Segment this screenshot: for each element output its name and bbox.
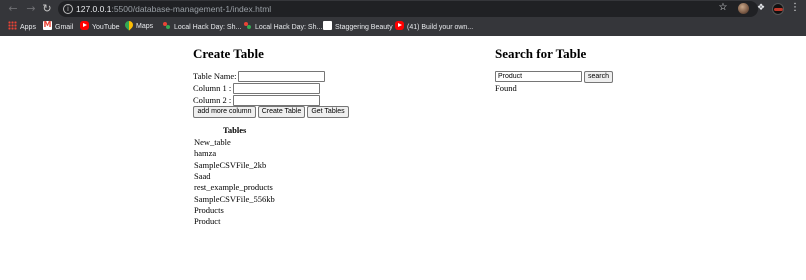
bookmark-local-hack-day-1[interactable]: Local Hack Day: Sh...	[162, 21, 241, 33]
bookmark-label: Local Hack Day: Sh...	[174, 24, 242, 31]
bookmark-label: (41) Build your own...	[407, 24, 474, 31]
apps-grid-icon	[8, 21, 17, 30]
bookmark-maps[interactable]: Maps	[123, 19, 154, 33]
browser-chrome: ← → ↻ i 127.0.0.1:5500/database-manageme…	[0, 0, 806, 36]
back-arrow-icon[interactable]: ←	[6, 2, 20, 16]
table-row: Products	[194, 205, 224, 215]
column-1-label: Column 1 :	[193, 83, 232, 93]
create-table-button[interactable]: Create Table	[258, 106, 305, 118]
page-icon	[323, 21, 332, 30]
get-tables-button[interactable]: Get Tables	[307, 106, 349, 118]
bookmark-youtube[interactable]: YouTube	[80, 21, 120, 33]
bookmark-apps[interactable]: Apps	[8, 21, 36, 33]
bookmark-label: YouTube	[92, 24, 120, 31]
bookmark-label: Maps	[136, 23, 154, 30]
bookmarks-bar: Apps Gmail YouTube Maps Local Hack Day: …	[0, 18, 806, 36]
search-input[interactable]	[495, 71, 582, 82]
search-table-heading: Search for Table	[495, 46, 587, 61]
table-name-label: Table Name:	[193, 71, 237, 81]
profile-avatar[interactable]	[772, 3, 784, 15]
bookmark-staggering-beauty[interactable]: Staggering Beauty	[323, 21, 393, 33]
table-row: hamza	[194, 148, 217, 158]
url-text[interactable]: 127.0.0.1:5500/database-management-1/ind…	[76, 3, 271, 15]
youtube-icon	[395, 21, 404, 30]
address-bar-row: ← → ↻ i 127.0.0.1:5500/database-manageme…	[0, 0, 806, 18]
column-2-input[interactable]	[233, 95, 320, 106]
gmail-icon	[43, 19, 52, 31]
bookmark-label: Staggering Beauty	[335, 24, 393, 31]
add-more-column-button[interactable]: add more column	[193, 106, 256, 118]
bookmark-star-icon[interactable]: ☆	[717, 2, 729, 14]
youtube-icon	[80, 21, 89, 30]
bookmark-local-hack-day-2[interactable]: Local Hack Day: Sh...	[243, 21, 322, 33]
hackday-icon	[162, 21, 171, 30]
table-row: Product	[194, 216, 221, 226]
bookmark-build-your-own[interactable]: (41) Build your own...	[395, 21, 473, 33]
address-bar[interactable]: i 127.0.0.1:5500/database-management-1/i…	[58, 1, 758, 17]
url-host: 127.0.0.1	[76, 4, 112, 14]
bookmark-gmail[interactable]: Gmail	[43, 19, 74, 33]
table-row: New_table	[194, 137, 231, 147]
forward-arrow-icon[interactable]: →	[24, 2, 38, 16]
extension-avatar-icon[interactable]	[738, 3, 749, 14]
bookmark-label: Local Hack Day: Sh...	[255, 24, 323, 31]
site-info-icon[interactable]: i	[63, 4, 73, 14]
table-row: Saad	[194, 171, 211, 181]
reload-icon[interactable]: ↻	[40, 2, 54, 16]
column-2-label: Column 2 :	[193, 95, 232, 105]
extensions-puzzle-icon[interactable]: ❖	[755, 2, 767, 14]
bookmark-label: Apps	[20, 24, 36, 31]
table-name-input[interactable]	[238, 71, 325, 82]
column-1-input[interactable]	[233, 83, 320, 94]
url-path: :5500/database-management-1/index.html	[111, 4, 272, 14]
table-row: SampleCSVFile_2kb	[194, 160, 267, 170]
search-result: Found	[495, 83, 517, 93]
bookmark-label: Gmail	[55, 24, 74, 31]
maps-icon	[123, 19, 135, 31]
kebab-menu-icon[interactable]: ⋮	[790, 2, 800, 14]
create-table-heading: Create Table	[193, 46, 264, 61]
tables-header: Tables	[223, 125, 247, 135]
search-button[interactable]: search	[584, 71, 613, 83]
hackday-icon	[243, 21, 252, 30]
table-row: SampleCSVFile_556kb	[194, 194, 275, 204]
table-row: rest_example_products	[194, 182, 273, 192]
